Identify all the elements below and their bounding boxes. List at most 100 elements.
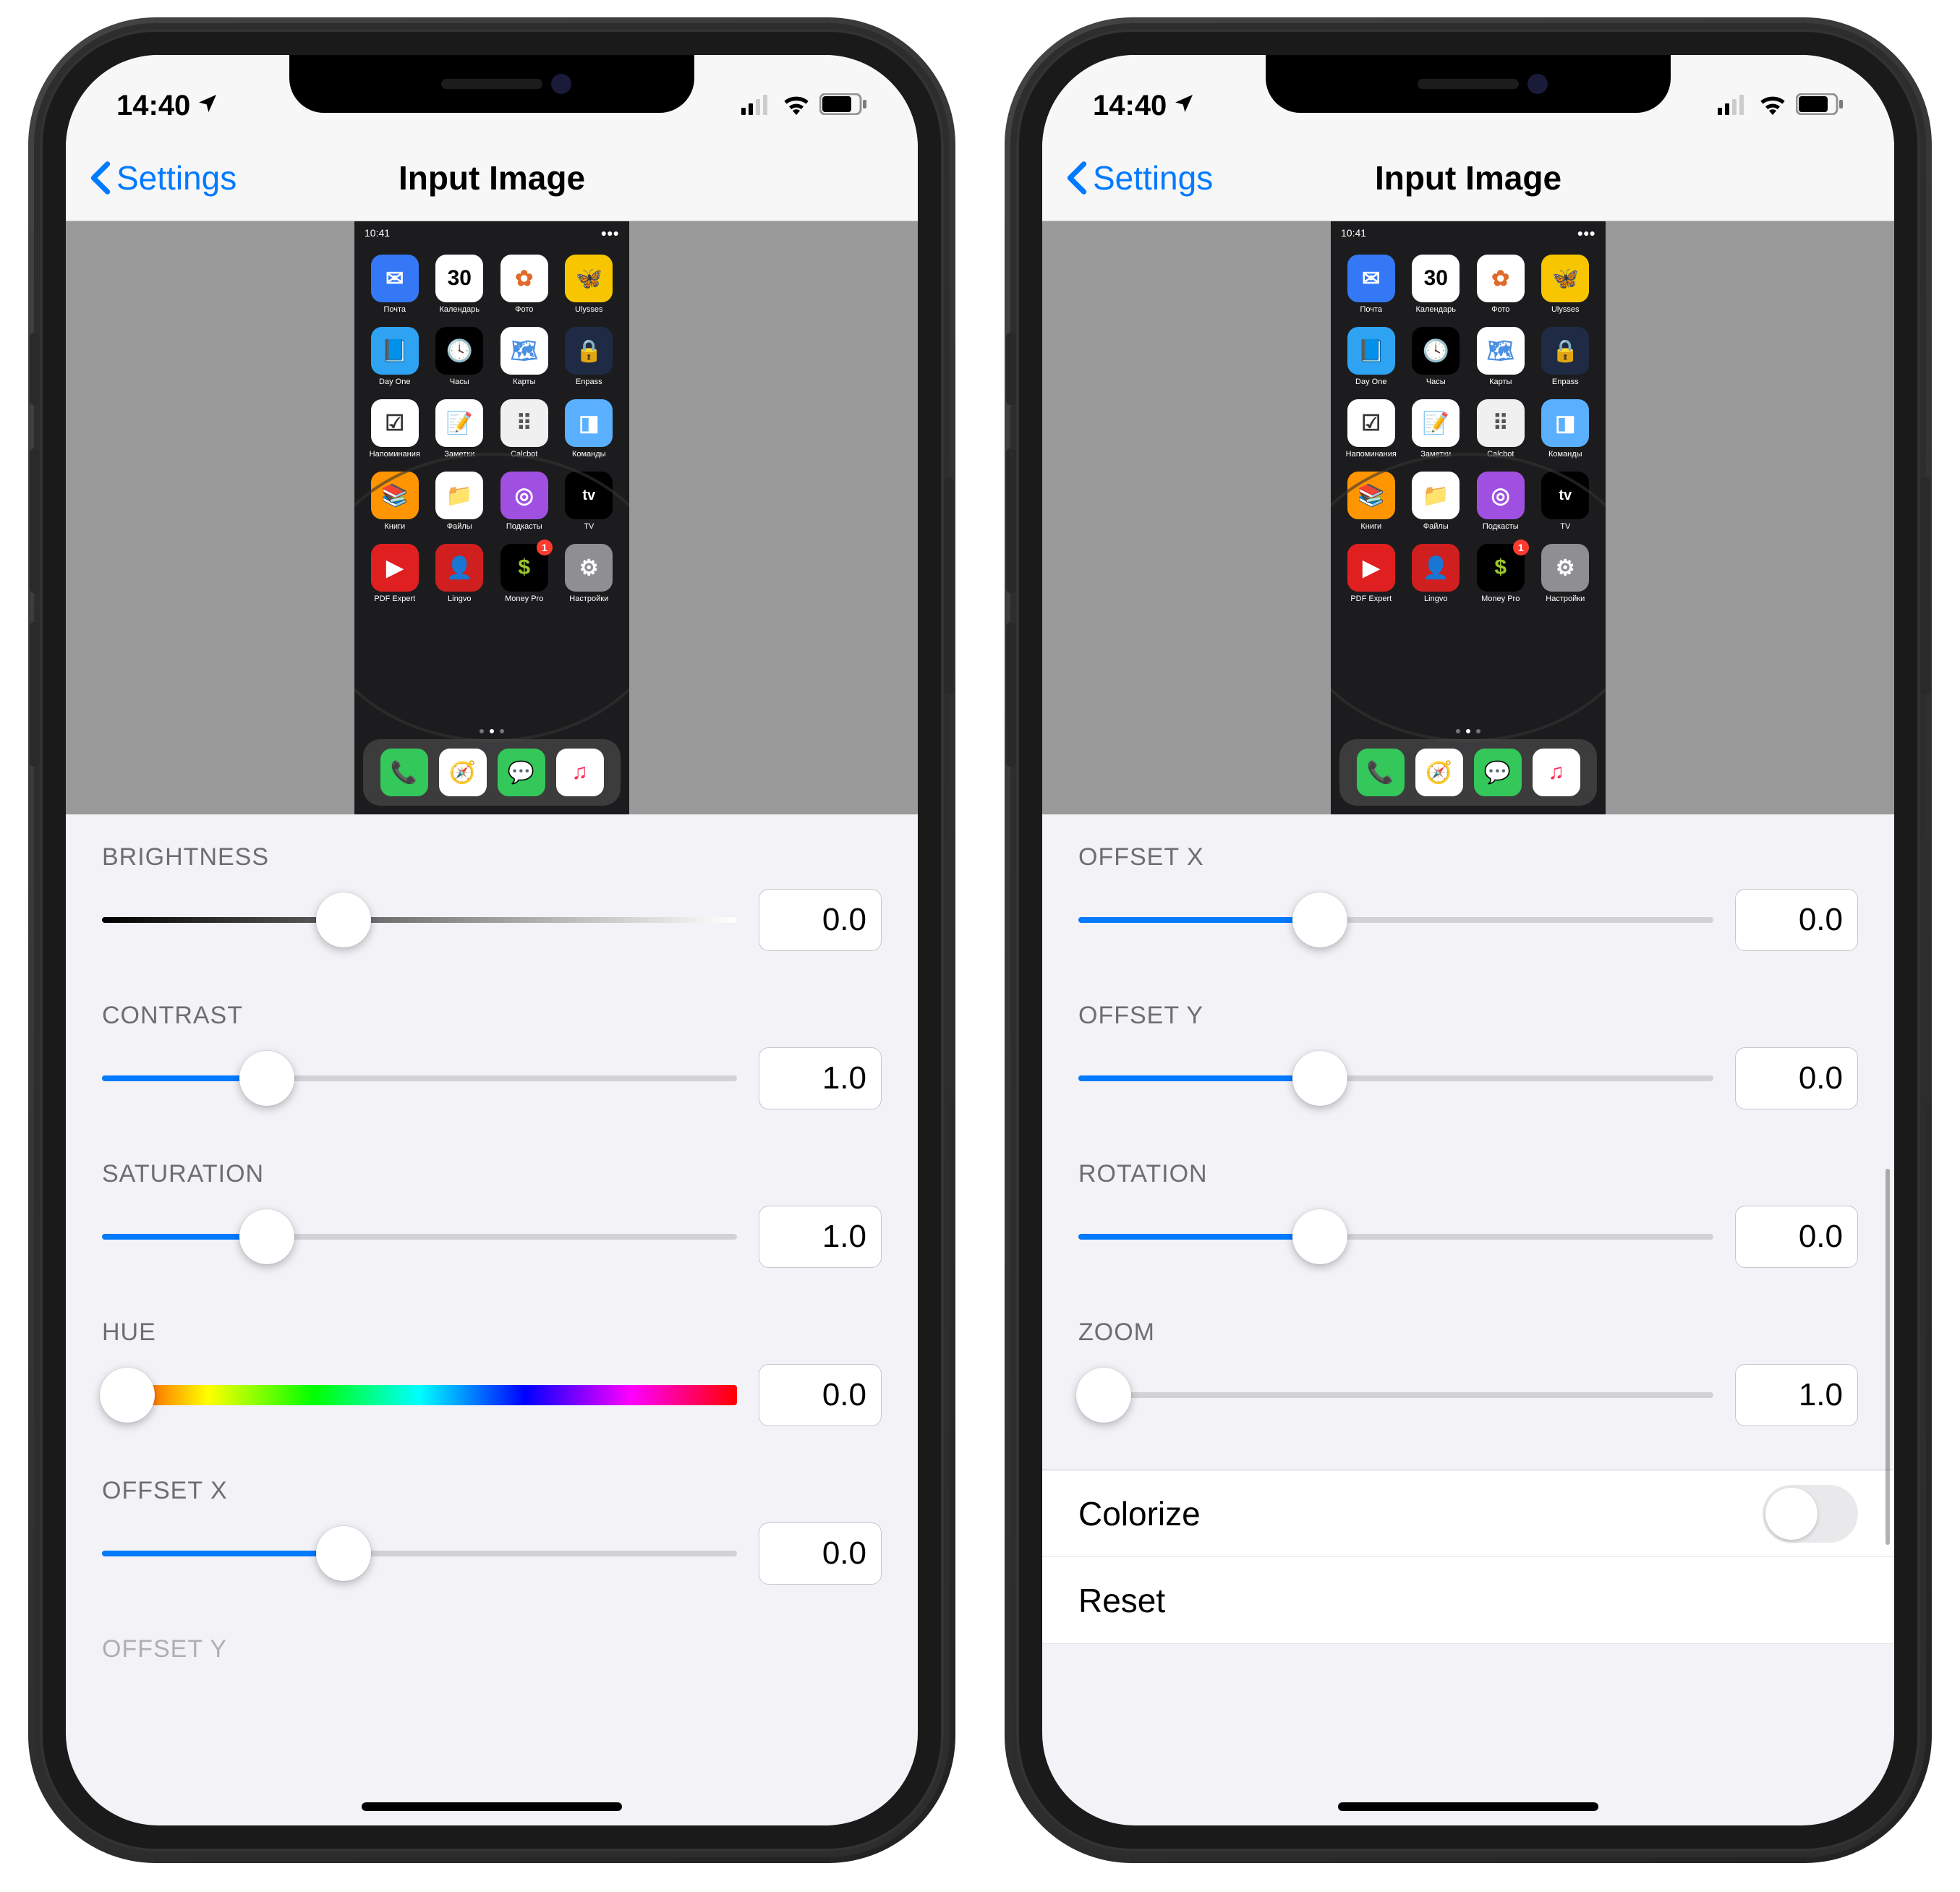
slider-offsety[interactable] (1078, 1058, 1713, 1099)
preview-thumbnail: 10:41●●● ✉︎Почта30Календарь✿Фото🦋Ulysses… (1331, 221, 1606, 814)
slider-group-hue: HUE 0.0 (66, 1290, 918, 1448)
dock-app: 📞 (1357, 749, 1405, 796)
dock-app: ♫ (1533, 749, 1580, 796)
slider-label-zoom: ZOOM (1078, 1318, 1858, 1347)
row-label-colorize: Colorize (1078, 1494, 1201, 1533)
value-contrast[interactable]: 1.0 (759, 1047, 882, 1109)
value-hue[interactable]: 0.0 (759, 1364, 882, 1426)
app-Почта: ✉︎Почта (366, 255, 424, 314)
row-reset[interactable]: Reset (1042, 1557, 1894, 1644)
screen-left: 14:40 Settings I (66, 55, 918, 1825)
back-button[interactable]: Settings (1064, 158, 1213, 197)
slider-knob[interactable] (316, 1526, 371, 1581)
dock-app: 🧭 (1415, 749, 1463, 796)
toggle-colorize[interactable] (1763, 1485, 1858, 1543)
slider-knob[interactable] (239, 1051, 294, 1106)
app-Заметки: 📝Заметки (431, 399, 489, 459)
image-preview[interactable]: 10:41●●● ✉︎Почта30Календарь✿Фото🦋Ulysses… (1042, 221, 1894, 814)
app-Почта: ✉︎Почта (1342, 255, 1400, 314)
location-icon (196, 90, 219, 122)
app-Напоминания: ☑︎Напоминания (1342, 399, 1400, 459)
phone-right: 14:40 Settings I (1016, 29, 1920, 1851)
value-offsetx[interactable]: 0.0 (1735, 889, 1858, 951)
slider-group-saturation: SATURATION 1.0 (66, 1131, 918, 1290)
app-Календарь: 30Календарь (1407, 255, 1465, 314)
app-Ulysses: 🦋Ulysses (561, 255, 618, 314)
chevron-left-icon (1064, 161, 1090, 195)
value-brightness[interactable]: 0.0 (759, 889, 882, 951)
slider-label-hue: HUE (102, 1318, 882, 1347)
value-saturation[interactable]: 1.0 (759, 1206, 882, 1268)
app-Enpass: 🔒Enpass (561, 327, 618, 386)
volume-up (30, 448, 40, 593)
row-colorize[interactable]: Colorize (1042, 1470, 1894, 1557)
slider-group-rotation: ROTATION 0.0 (1042, 1131, 1894, 1290)
app-Команды: ◨Команды (561, 399, 618, 459)
value-offsety[interactable]: 0.0 (1735, 1047, 1858, 1109)
app-Ulysses: 🦋Ulysses (1537, 255, 1595, 314)
value-zoom[interactable]: 1.0 (1735, 1364, 1858, 1426)
slider-contrast[interactable] (102, 1058, 737, 1099)
slider-offsetx[interactable] (1078, 900, 1713, 940)
slider-label-rotation: ROTATION (1078, 1160, 1858, 1188)
slider-saturation[interactable] (102, 1216, 737, 1257)
slider-knob[interactable] (316, 892, 371, 947)
chevron-left-icon (88, 161, 114, 195)
app-Часы: 🕓Часы (431, 327, 489, 386)
app-Часы: 🕓Часы (1407, 327, 1465, 386)
app-Календарь: 30Календарь (431, 255, 489, 314)
preview-thumbnail: 10:41●●● ✉︎Почта30Календарь✿Фото🦋Ulysses… (354, 221, 629, 814)
slider-offsetx[interactable] (102, 1533, 737, 1574)
slider-label-offsety: OFFSET Y (1078, 1002, 1858, 1030)
value-offsetx[interactable]: 0.0 (759, 1522, 882, 1585)
dock-app: ♫ (556, 749, 604, 796)
slider-knob[interactable] (1292, 892, 1347, 947)
controls-right[interactable]: OFFSET X0.0OFFSET Y0.0ROTATION0.0ZOOM1.0 (1042, 814, 1894, 1448)
status-time: 14:40 (116, 90, 190, 122)
slider-knob[interactable] (239, 1209, 294, 1264)
dock-app: 💬 (498, 749, 545, 796)
slider-rotation[interactable] (1078, 1216, 1713, 1257)
slider-label-contrast: CONTRAST (102, 1002, 882, 1030)
page-title: Input Image (399, 158, 585, 197)
slider-label-brightness: BRIGHTNESS (102, 843, 882, 872)
back-label: Settings (116, 158, 237, 197)
controls-left[interactable]: BRIGHTNESS 0.0 CONTRAST 1.0 SATURATION 1.0 HUE… (66, 814, 918, 1606)
notch (1266, 55, 1671, 113)
notch (289, 55, 694, 113)
value-rotation[interactable]: 0.0 (1735, 1206, 1858, 1268)
slider-group-offsety: OFFSET Y 0.0 (1042, 973, 1894, 1131)
slider-hue[interactable] (102, 1375, 737, 1415)
slider-label-offsetx: OFFSET X (102, 1477, 882, 1505)
app-Карты: 🗺Карты (495, 327, 553, 386)
home-indicator[interactable] (1338, 1802, 1598, 1811)
slider-zoom[interactable] (1078, 1375, 1713, 1415)
home-indicator[interactable] (362, 1802, 622, 1811)
slider-brightness[interactable] (102, 900, 737, 940)
back-button[interactable]: Settings (88, 158, 237, 197)
app-Фото: ✿Фото (1472, 255, 1530, 314)
slider-knob[interactable] (1076, 1368, 1131, 1423)
power-button (1920, 477, 1930, 694)
mute-switch (30, 333, 40, 405)
back-label: Settings (1093, 158, 1213, 197)
image-preview[interactable]: 10:41●●● ✉︎Почта30Календарь✿Фото🦋Ulysses… (66, 221, 918, 814)
app-Фото: ✿Фото (495, 255, 553, 314)
slider-knob[interactable] (1292, 1051, 1347, 1106)
slider-group-offsetx: OFFSET X 0.0 (66, 1448, 918, 1606)
nav-bar: Settings Input Image (1042, 135, 1894, 221)
scroll-indicator[interactable] (1886, 1169, 1890, 1545)
mute-switch (1006, 333, 1016, 405)
slider-label-saturation: SATURATION (102, 1160, 882, 1188)
signal-icon (741, 90, 773, 122)
app-Команды: ◨Команды (1537, 399, 1595, 459)
app-Напоминания: ☑︎Напоминания (366, 399, 424, 459)
slider-knob[interactable] (100, 1368, 155, 1423)
wifi-icon (1758, 90, 1787, 122)
app-Calcbot: ⠿Calcbot (495, 399, 553, 459)
app-Enpass: 🔒Enpass (1537, 327, 1595, 386)
row-label-reset: Reset (1078, 1581, 1165, 1620)
slider-knob[interactable] (1292, 1209, 1347, 1264)
screen-right: 14:40 Settings I (1042, 55, 1894, 1825)
page-title: Input Image (1375, 158, 1561, 197)
